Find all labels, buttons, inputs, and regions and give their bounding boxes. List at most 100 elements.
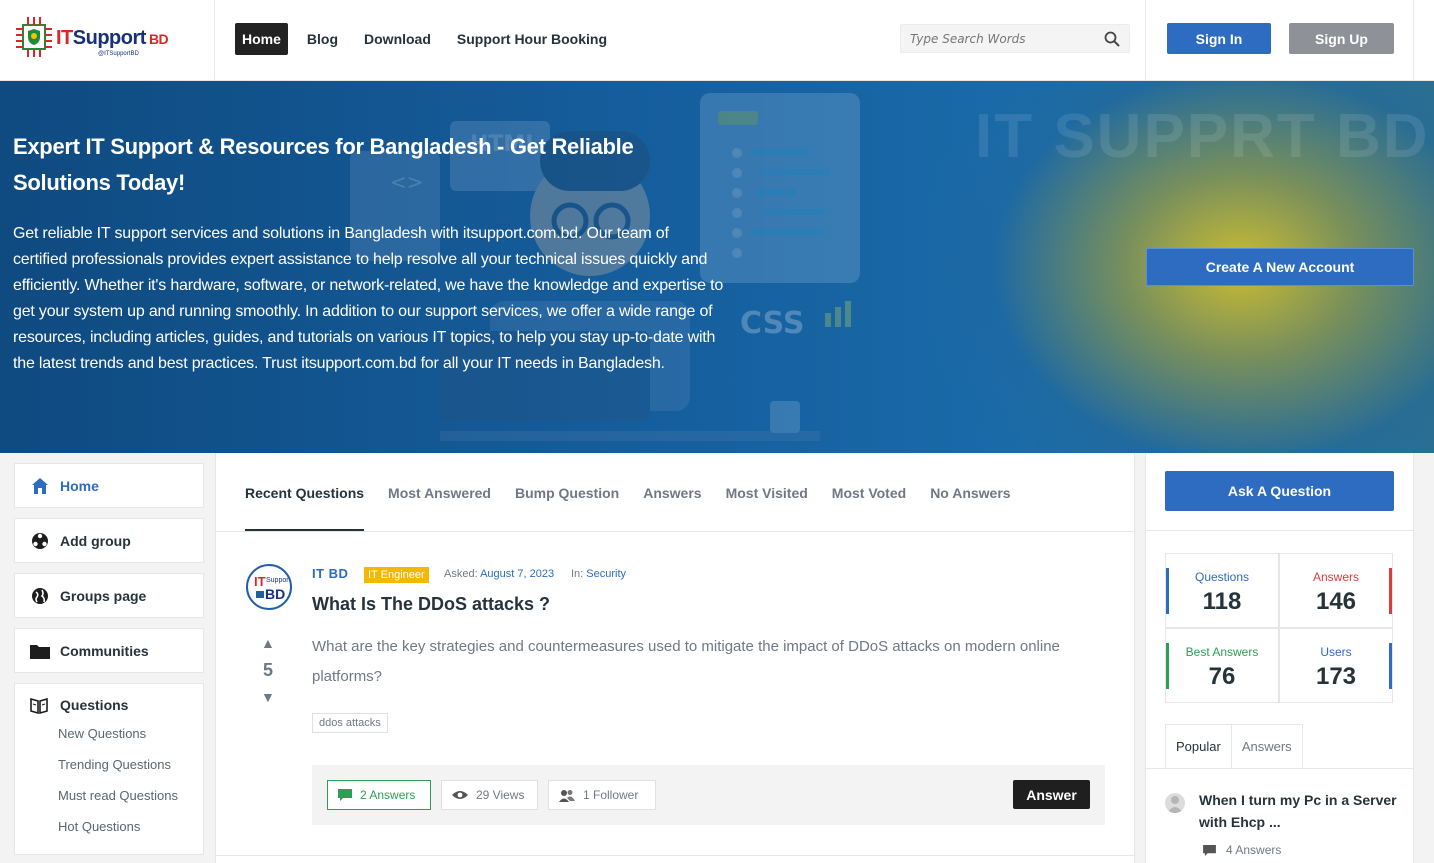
stat-value: 173 bbox=[1315, 663, 1357, 690]
sidebar-item-questions[interactable]: Questions bbox=[15, 684, 203, 726]
stat-label: Best Answers bbox=[1185, 645, 1259, 659]
stat-value: 118 bbox=[1202, 588, 1242, 615]
svg-text:IT: IT bbox=[254, 574, 266, 589]
sidebar-item-label: Groups page bbox=[60, 587, 147, 604]
tab-no-answers[interactable]: No Answers bbox=[930, 453, 1010, 532]
tab-answers[interactable]: Answers bbox=[643, 453, 701, 532]
tab-most-voted[interactable]: Most Voted bbox=[832, 453, 906, 532]
answer-button[interactable]: Answer bbox=[1013, 780, 1090, 809]
logo[interactable]: ITSupport BD @ITSupportBD bbox=[0, 0, 215, 81]
hero-description: Get reliable IT support services and sol… bbox=[13, 225, 724, 372]
tab-recent-questions[interactable]: Recent Questions bbox=[245, 453, 365, 532]
author-avatar[interactable]: IT Support BD bbox=[246, 564, 292, 610]
answers-count-button[interactable]: 2 Answers bbox=[327, 780, 431, 810]
sidebar-subitem-new-questions[interactable]: New Questions bbox=[15, 726, 203, 757]
user-avatar[interactable] bbox=[1165, 793, 1185, 813]
sidebar-item-communities[interactable]: Communities bbox=[14, 628, 204, 673]
sign-in-button[interactable]: Sign In bbox=[1167, 23, 1271, 54]
followers-count[interactable]: 1 Follower bbox=[548, 780, 656, 810]
widget-tabs-divider bbox=[1146, 768, 1413, 769]
sidebar-item-groups-page[interactable]: Groups page bbox=[14, 573, 204, 618]
svg-text:Support: Support bbox=[266, 577, 290, 584]
create-account-button[interactable]: Create A New Account bbox=[1146, 248, 1414, 286]
stat-accent bbox=[1166, 643, 1169, 689]
hero-title: Expert IT Support & Resources for Bangla… bbox=[13, 134, 634, 195]
sidebar-subitem-hot-questions[interactable]: Hot Questions bbox=[15, 819, 203, 850]
sidebar-divider bbox=[1146, 530, 1413, 531]
sidebar-item-label: Home bbox=[60, 477, 99, 494]
popular-question-title[interactable]: When I turn my Pc in a Server with Ehcp … bbox=[1199, 789, 1399, 833]
question-author[interactable]: IT BD bbox=[312, 566, 348, 581]
sidebar-item-label: Questions bbox=[60, 697, 129, 713]
stat-accent bbox=[1389, 643, 1392, 689]
stat-accent bbox=[1389, 568, 1392, 614]
question-excerpt: What are the key strategies and counterm… bbox=[312, 638, 1060, 685]
sidebar-subitem-trending-questions[interactable]: Trending Questions bbox=[15, 757, 203, 788]
vote-down-icon[interactable]: ▼ bbox=[261, 689, 275, 705]
site-header: ITSupport BD @ITSupportBD Home Blog Downl… bbox=[0, 0, 1434, 81]
eye-icon bbox=[452, 790, 468, 800]
search-icon[interactable] bbox=[1104, 31, 1120, 47]
book-icon bbox=[30, 695, 50, 715]
question-category: In: Security bbox=[571, 568, 627, 580]
tab-bump-question[interactable]: Bump Question bbox=[515, 453, 619, 532]
stat-label: Questions bbox=[1194, 570, 1250, 584]
main-content: Recent Questions Most Answered Bump Ques… bbox=[215, 453, 1135, 863]
search-box bbox=[900, 24, 1130, 53]
vote-count: 5 bbox=[263, 660, 274, 680]
site-stats: Questions 118 Answers 146 Best Answers 7… bbox=[1165, 553, 1394, 703]
question-divider bbox=[216, 855, 1134, 856]
stat-value: 146 bbox=[1315, 588, 1357, 615]
globe-icon bbox=[30, 586, 50, 606]
views-count: 29 Views bbox=[441, 780, 538, 810]
stat-best-answers: Best Answers 76 bbox=[1165, 628, 1279, 703]
author-badge: IT Engineer bbox=[364, 567, 429, 583]
question-asked-date: Asked: August 7, 2023 bbox=[444, 568, 555, 580]
sidebar-item-home[interactable]: Home bbox=[14, 463, 204, 508]
question-tabs: Recent Questions Most Answered Bump Ques… bbox=[245, 453, 1035, 532]
sidebar-item-label: Communities bbox=[60, 642, 149, 659]
comment-icon bbox=[1203, 844, 1216, 856]
stat-label: Users bbox=[1320, 645, 1352, 659]
ask-question-button[interactable]: Ask A Question bbox=[1165, 471, 1394, 511]
sign-up-button[interactable]: Sign Up bbox=[1289, 23, 1394, 54]
group-add-icon bbox=[30, 531, 50, 551]
users-icon bbox=[559, 789, 575, 802]
popular-answers-count[interactable]: 4 Answers bbox=[1203, 843, 1281, 857]
nav-download[interactable]: Download bbox=[357, 23, 438, 55]
auth-area: Sign In Sign Up bbox=[1145, 0, 1414, 81]
chip-logo-icon bbox=[16, 17, 52, 57]
nav-blog[interactable]: Blog bbox=[300, 23, 345, 55]
search-input[interactable] bbox=[901, 25, 1091, 52]
asked-date-link[interactable]: August 7, 2023 bbox=[480, 568, 554, 580]
tab-popular[interactable]: Popular bbox=[1165, 724, 1232, 769]
left-sidebar: Home Add group Groups page Communities Q… bbox=[14, 463, 204, 855]
stat-answers: Answers 146 bbox=[1279, 553, 1393, 628]
logo-text: ITSupport BD bbox=[56, 27, 169, 49]
hero-banner: <> HTML CSS IT SUPPRT BD Expert IT Suppo… bbox=[0, 81, 1434, 453]
tab-most-answered[interactable]: Most Answered bbox=[388, 453, 491, 532]
hero-watermark: IT SUPPRT BD bbox=[975, 102, 1430, 171]
stat-users: Users 173 bbox=[1279, 628, 1393, 703]
question-tag[interactable]: ddos attacks bbox=[312, 713, 388, 733]
sidebar-subitem-must-read-questions[interactable]: Must read Questions bbox=[15, 788, 203, 819]
widget-tabs: Popular Answers bbox=[1165, 724, 1303, 769]
category-link[interactable]: Security bbox=[586, 568, 626, 580]
question-footer: 2 Answers 29 Views 1 Follower Answer bbox=[312, 765, 1105, 825]
tabs-divider bbox=[216, 531, 1134, 532]
home-icon bbox=[30, 476, 50, 496]
stat-label: Answers bbox=[1312, 570, 1359, 584]
right-sidebar: Ask A Question Questions 118 Answers 146… bbox=[1145, 453, 1414, 863]
svg-text:BD: BD bbox=[265, 586, 285, 602]
tab-most-visited[interactable]: Most Visited bbox=[726, 453, 808, 532]
sidebar-item-add-group[interactable]: Add group bbox=[14, 518, 204, 563]
nav-support-hour-booking[interactable]: Support Hour Booking bbox=[450, 23, 614, 55]
svg-text:CSS: CSS bbox=[740, 306, 804, 341]
stat-value: 76 bbox=[1208, 663, 1236, 690]
stat-accent bbox=[1166, 568, 1169, 614]
vote-up-icon[interactable]: ▲ bbox=[261, 635, 275, 651]
nav-home[interactable]: Home bbox=[235, 23, 288, 55]
question-title[interactable]: What Is The DDoS attacks ? bbox=[312, 594, 550, 615]
stat-questions: Questions 118 bbox=[1165, 553, 1279, 628]
tab-widget-answers[interactable]: Answers bbox=[1230, 724, 1303, 769]
